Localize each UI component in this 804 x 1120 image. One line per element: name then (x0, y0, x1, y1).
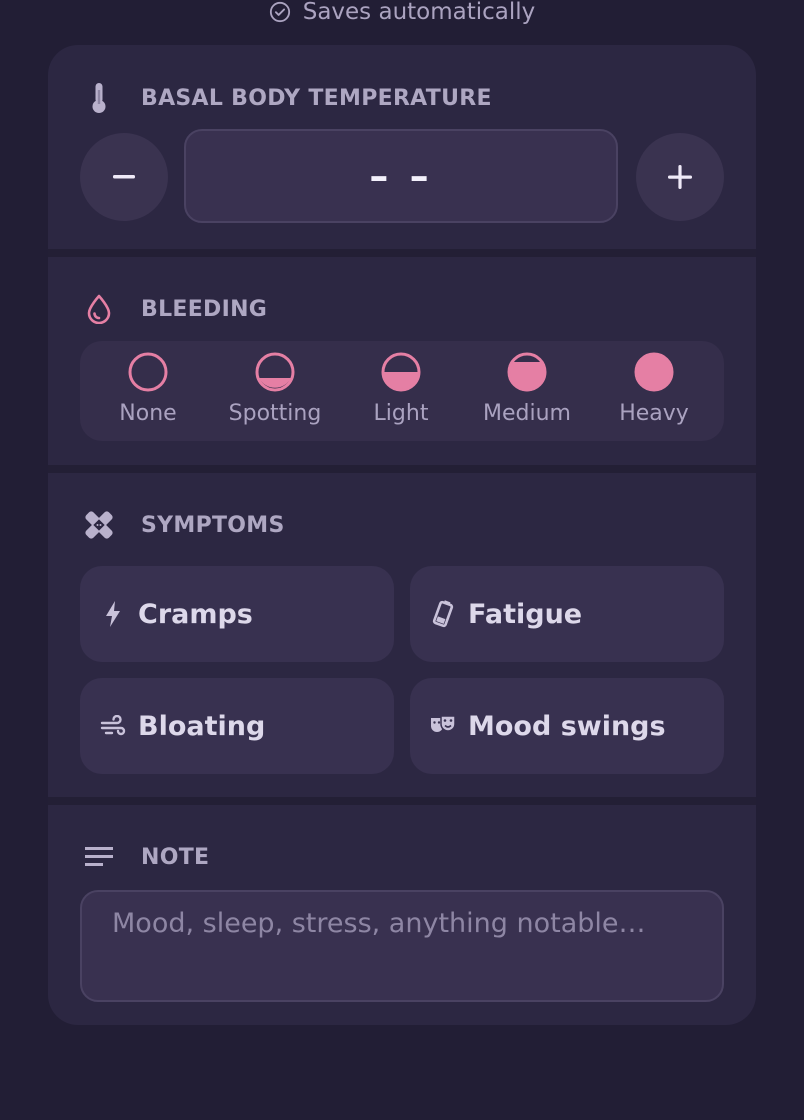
note-header: NOTE (84, 842, 209, 872)
bleeding-header: BLEEDING (84, 294, 267, 324)
note-input[interactable] (80, 890, 724, 1002)
bleeding-option-label: Medium (483, 401, 571, 426)
increment-button[interactable] (636, 133, 724, 221)
daily-log-page: Saves automatically BASAL BODY TEMPERATU… (0, 0, 804, 1120)
symptom-chip-label: Fatigue (468, 598, 583, 630)
minus-icon (113, 175, 135, 179)
symptom-chip-label: Bloating (138, 710, 266, 742)
drop-icon (84, 294, 114, 324)
bleeding-option-spotting[interactable]: Spotting (212, 351, 338, 431)
theater-masks-icon (430, 713, 456, 739)
bleeding-options: None Spotting Light Medium Heavy (80, 341, 724, 441)
bleeding-option-heavy[interactable]: Heavy (591, 351, 717, 431)
symptom-chip-fatigue[interactable]: Fatigue (410, 566, 724, 662)
bleeding-option-light[interactable]: Light (338, 351, 464, 431)
symptom-chip-label: Mood swings (468, 710, 666, 742)
flow-medium-icon (507, 352, 547, 392)
symptom-chip-mood-swings[interactable]: Mood swings (410, 678, 724, 774)
flow-none-icon (128, 352, 168, 392)
battery-low-icon (430, 600, 456, 628)
notes-lines-icon (84, 842, 114, 872)
bleeding-option-medium[interactable]: Medium (464, 351, 590, 431)
thermometer-icon (84, 83, 114, 113)
flow-heavy-icon (634, 352, 674, 392)
bleeding-title: BLEEDING (141, 296, 268, 322)
bleeding-option-label: None (119, 401, 177, 426)
plus-icon (668, 165, 692, 189)
symptom-chip-label: Cramps (138, 598, 253, 630)
bandage-icon (84, 510, 114, 540)
note-title: NOTE (141, 844, 210, 870)
symptom-chip-cramps[interactable]: Cramps (80, 566, 394, 662)
save-status-text: Saves automatically (302, 0, 536, 25)
symptoms-header: SYMPTOMS (84, 510, 285, 540)
log-card: BASAL BODY TEMPERATURE – – BLEEDING None… (48, 45, 756, 1025)
section-divider (48, 249, 756, 257)
bleeding-option-label: Spotting (228, 401, 322, 426)
bleeding-option-label: Heavy (619, 401, 689, 426)
temperature-title: BASAL BODY TEMPERATURE (141, 85, 492, 111)
bleeding-option-none[interactable]: None (85, 351, 211, 431)
wind-icon (100, 713, 126, 739)
symptoms-title: SYMPTOMS (141, 512, 285, 538)
section-divider (48, 797, 756, 805)
save-status: Saves automatically (0, 0, 804, 24)
lightning-icon (100, 601, 126, 627)
temperature-header: BASAL BODY TEMPERATURE (84, 83, 492, 113)
symptom-chip-bloating[interactable]: Bloating (80, 678, 394, 774)
temperature-value[interactable]: – – (184, 129, 618, 223)
flow-spotting-icon (255, 352, 295, 392)
check-circle-icon (269, 1, 290, 23)
flow-light-icon (381, 352, 421, 392)
section-divider (48, 465, 756, 473)
decrement-button[interactable] (80, 133, 168, 221)
bleeding-option-label: Light (373, 401, 429, 426)
